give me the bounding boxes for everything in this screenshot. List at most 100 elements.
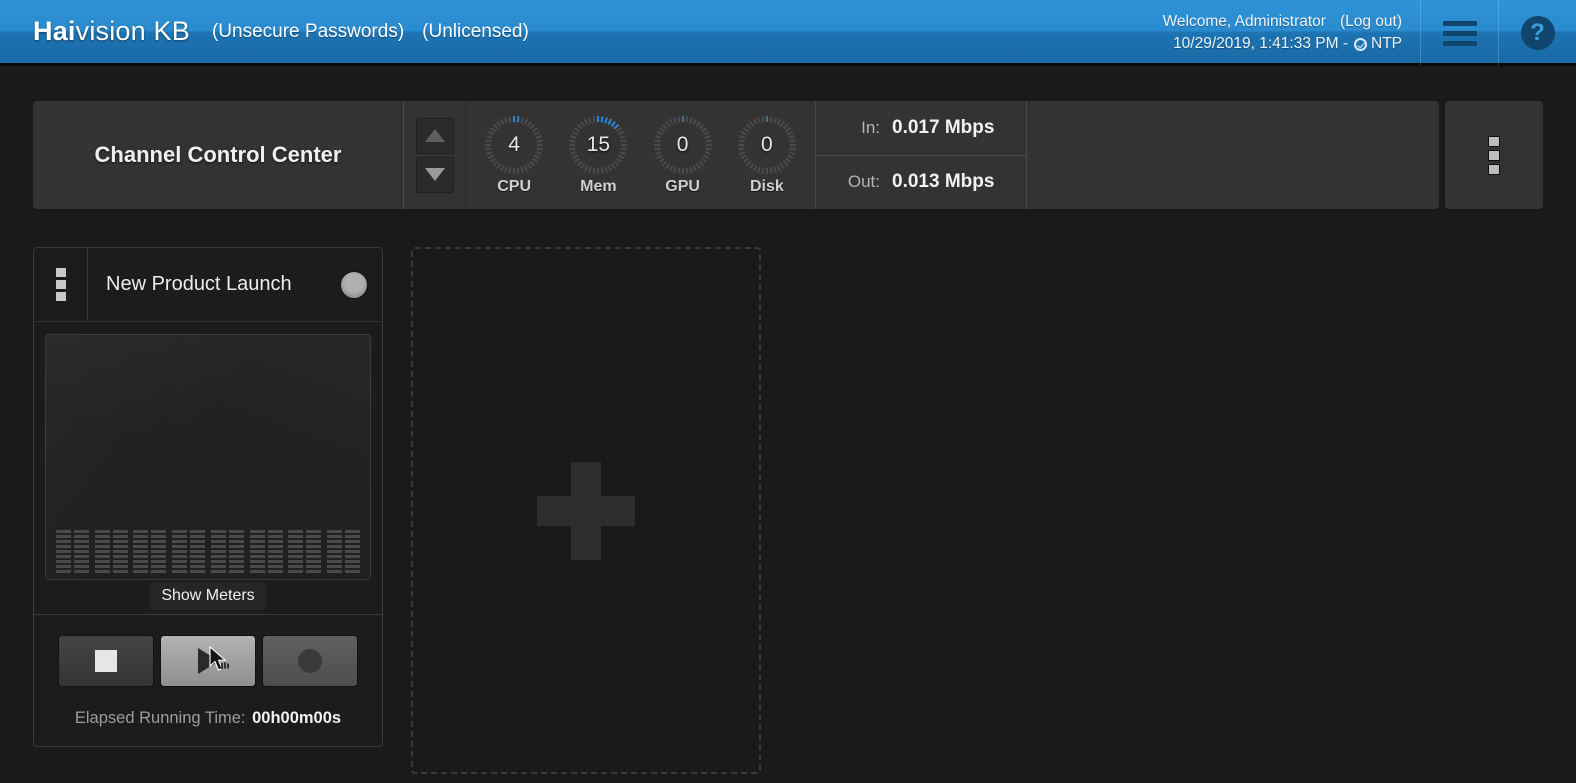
audio-meter-segment bbox=[210, 535, 226, 538]
add-channel-button[interactable] bbox=[411, 247, 761, 774]
audio-meter-segment bbox=[112, 530, 128, 533]
audio-meter-channel bbox=[345, 530, 361, 573]
chevron-up-icon bbox=[424, 129, 445, 142]
audio-meter-segment bbox=[190, 565, 206, 568]
audio-meter-segment bbox=[94, 530, 110, 533]
transport-controls bbox=[34, 635, 382, 687]
toolbar-overflow-button[interactable] bbox=[1445, 101, 1543, 209]
audio-meter-segment bbox=[172, 570, 188, 573]
audio-meter-segment bbox=[133, 535, 149, 538]
audio-meter-segment bbox=[94, 570, 110, 573]
audio-meter-segment bbox=[267, 565, 283, 568]
gauge-gpu-label: GPU bbox=[665, 178, 700, 195]
network-in-label: In: bbox=[861, 117, 880, 137]
channel-menu-button[interactable] bbox=[34, 248, 88, 321]
audio-meter-segment bbox=[345, 565, 361, 568]
help-icon: ? bbox=[1520, 16, 1555, 50]
audio-meter-segment bbox=[249, 540, 265, 543]
gauge-disk-label: Disk bbox=[749, 178, 784, 195]
audio-meter-segment bbox=[190, 540, 206, 543]
audio-meter-segment bbox=[288, 540, 304, 543]
audio-meter-segment bbox=[151, 540, 167, 543]
main-menu-button[interactable] bbox=[1420, 0, 1498, 66]
gauge-mem: 15 Mem bbox=[559, 114, 637, 196]
audio-meter-segment bbox=[172, 530, 188, 533]
stop-button[interactable] bbox=[58, 635, 154, 687]
audio-meter-segment bbox=[228, 535, 244, 538]
help-button[interactable]: ? bbox=[1498, 0, 1576, 66]
audio-meter-segment bbox=[190, 555, 206, 558]
audio-meter-segment bbox=[112, 535, 128, 538]
audio-meter-group bbox=[94, 530, 128, 573]
audio-meter-segment bbox=[306, 550, 322, 553]
audio-meter-segment bbox=[288, 530, 304, 533]
kebab-menu-icon bbox=[1488, 135, 1500, 175]
play-icon bbox=[197, 648, 219, 674]
channel-grid: New Product Launch Show Meters Elapsed R… bbox=[33, 247, 761, 774]
audio-meter-segment bbox=[288, 570, 304, 573]
audio-meter-segment bbox=[112, 545, 128, 548]
audio-meter-segment bbox=[267, 560, 283, 563]
audio-meter-segment bbox=[327, 565, 343, 568]
audio-meter-segment bbox=[249, 570, 265, 573]
audio-meter-channel bbox=[288, 530, 304, 573]
audio-meter-segment bbox=[55, 560, 71, 563]
audio-meter-segment bbox=[172, 550, 188, 553]
gauge-cpu-value: 4 bbox=[508, 133, 520, 156]
audio-meter-segment bbox=[55, 545, 71, 548]
audio-meter-segment bbox=[327, 550, 343, 553]
audio-meter-segment bbox=[172, 545, 188, 548]
channel-card-header: New Product Launch bbox=[34, 248, 382, 322]
pager-up-button[interactable] bbox=[415, 117, 454, 154]
audio-meter-channel bbox=[94, 530, 110, 573]
audio-meter-segment bbox=[306, 560, 322, 563]
record-button[interactable] bbox=[262, 635, 358, 687]
audio-meter-segment bbox=[249, 560, 265, 563]
audio-meter-segment bbox=[327, 540, 343, 543]
hamburger-icon bbox=[1442, 20, 1477, 46]
audio-meter-segment bbox=[151, 550, 167, 553]
audio-meters bbox=[46, 530, 370, 573]
audio-meter-segment bbox=[73, 540, 89, 543]
app-header: Haivision KB (Unsecure Passwords) (Unlic… bbox=[0, 0, 1576, 66]
audio-meter-channel bbox=[267, 530, 283, 573]
audio-meter-segment bbox=[306, 555, 322, 558]
audio-meter-segment bbox=[288, 535, 304, 538]
audio-meter-segment bbox=[172, 565, 188, 568]
channel-preview[interactable] bbox=[45, 334, 371, 580]
logout-link[interactable]: (Log out) bbox=[1340, 11, 1402, 33]
audio-meter-segment bbox=[133, 530, 149, 533]
pager-down-button[interactable] bbox=[415, 156, 454, 193]
gauge-mem-dial: 15 bbox=[567, 114, 629, 176]
audio-meter-segment bbox=[249, 555, 265, 558]
show-meters-tooltip[interactable]: Show Meters bbox=[149, 582, 267, 610]
audio-meter-segment bbox=[306, 530, 322, 533]
audio-meter-segment bbox=[133, 560, 149, 563]
audio-meter-segment bbox=[94, 565, 110, 568]
audio-meter-segment bbox=[112, 550, 128, 553]
audio-meter-segment bbox=[249, 530, 265, 533]
audio-meter-group bbox=[249, 530, 283, 573]
audio-meter-segment bbox=[228, 540, 244, 543]
network-out-value: 0.013 Mbps bbox=[892, 171, 995, 193]
audio-meter-segment bbox=[210, 565, 226, 568]
ntp-check-icon bbox=[1354, 37, 1367, 51]
audio-meter-segment bbox=[327, 530, 343, 533]
audio-meter-segment bbox=[345, 540, 361, 543]
audio-meter-segment bbox=[190, 530, 206, 533]
audio-meter-segment bbox=[55, 570, 71, 573]
audio-meter-segment bbox=[345, 560, 361, 563]
play-button[interactable] bbox=[160, 635, 256, 687]
audio-meter-segment bbox=[73, 530, 89, 533]
audio-meter-segment bbox=[228, 530, 244, 533]
audio-meter-segment bbox=[345, 535, 361, 538]
audio-meter-segment bbox=[210, 545, 226, 548]
audio-meter-segment bbox=[94, 545, 110, 548]
audio-meter-segment bbox=[55, 540, 71, 543]
audio-meter-segment bbox=[210, 560, 226, 563]
audio-meter-segment bbox=[133, 545, 149, 548]
audio-meter-segment bbox=[151, 545, 167, 548]
audio-meter-channel bbox=[73, 530, 89, 573]
audio-meter-segment bbox=[267, 570, 283, 573]
audio-meter-segment bbox=[345, 550, 361, 553]
